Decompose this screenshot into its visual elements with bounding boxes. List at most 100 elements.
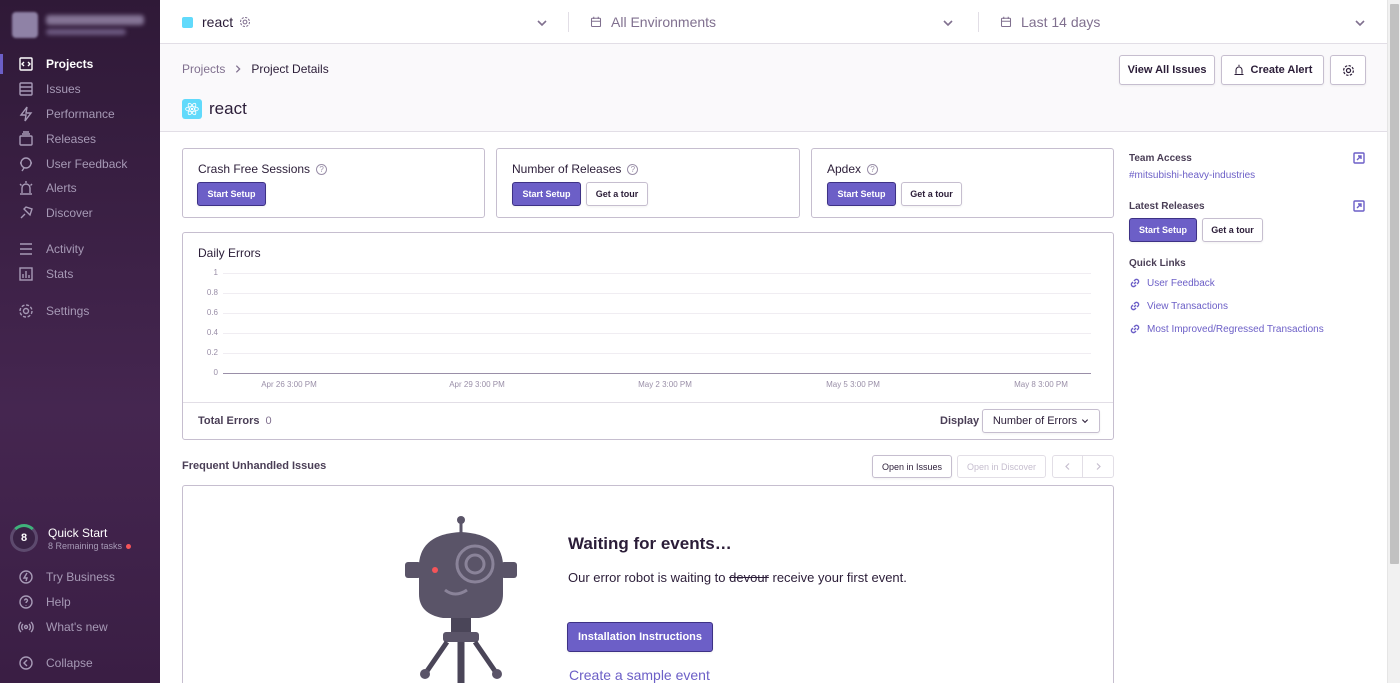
score-card-apdex: Apdex? Start Setup Get a tour xyxy=(811,148,1114,218)
quick-start-title: Quick Start xyxy=(48,526,108,540)
daily-errors-chart: 1 0.8 0.6 0.4 0.2 0 Apr 26 3:00 PM Apr 29 3:00 … xyxy=(183,233,1113,403)
section-title: Frequent Unhandled Issues xyxy=(182,460,327,472)
discover-icon xyxy=(18,205,34,221)
react-icon xyxy=(182,99,202,119)
project-settings-button[interactable] xyxy=(1330,55,1366,85)
org-sub-blurred xyxy=(46,29,126,35)
releases-icon xyxy=(18,131,34,147)
chevron-right-icon xyxy=(1094,462,1103,471)
start-setup-button[interactable]: Start Setup xyxy=(827,182,896,206)
score-card-crash-free-sessions: Crash Free Sessions? Start Setup xyxy=(182,148,485,218)
gear-icon xyxy=(18,303,34,319)
team-link[interactable]: #mitsubishi-heavy-industries xyxy=(1129,170,1255,181)
installation-instructions-button[interactable]: Installation Instructions xyxy=(567,622,713,652)
sidebar-item-label: Stats xyxy=(46,267,74,281)
divider xyxy=(568,12,569,32)
open-in-issues-button[interactable]: Open in Issues xyxy=(872,455,952,478)
gear-icon xyxy=(1342,64,1355,77)
sidebar-collapse[interactable]: Collapse xyxy=(0,651,160,675)
quick-link-most-improved-regressed[interactable]: Most Improved/Regressed Transactions xyxy=(1129,323,1324,335)
y-tick-label: 0 xyxy=(213,368,218,377)
x-tick-label: May 8 3:00 PM xyxy=(1014,380,1068,389)
sidebar-item-alerts[interactable]: Alerts xyxy=(0,176,160,200)
x-tick-label: Apr 26 3:00 PM xyxy=(261,380,317,389)
sidebar-item-issues[interactable]: Issues xyxy=(0,77,160,101)
get-a-tour-button[interactable]: Get a tour xyxy=(1202,218,1263,242)
content-body: Crash Free Sessions? Start Setup Number … xyxy=(160,132,1387,683)
quick-start[interactable]: 8 Quick Start 8 Remaining tasks xyxy=(10,524,155,554)
start-setup-button[interactable]: Start Setup xyxy=(1129,218,1197,242)
activity-icon xyxy=(18,241,34,257)
sidebar-item-label: Issues xyxy=(46,82,81,96)
link-icon xyxy=(1129,323,1141,335)
sidebar-item-try-business[interactable]: Try Business xyxy=(0,565,160,589)
siren-icon xyxy=(1233,64,1245,76)
question-icon[interactable]: ? xyxy=(627,163,639,175)
date-range-selector[interactable]: Last 14 days xyxy=(1000,0,1370,44)
org-name-blurred xyxy=(46,15,144,25)
notification-dot xyxy=(126,544,132,550)
empty-state-description: Our error robot is waiting to devour rec… xyxy=(568,570,907,585)
sidebar-item-performance[interactable]: Performance xyxy=(0,102,160,126)
main-content: Projects Project Details react View All … xyxy=(160,44,1387,683)
collapse-icon xyxy=(18,655,34,671)
page-scrollbar[interactable] xyxy=(1387,0,1400,683)
environment-selector[interactable]: All Environments xyxy=(590,0,958,44)
sidebar-item-label: Settings xyxy=(46,304,90,318)
question-icon[interactable]: ? xyxy=(867,163,879,175)
sidebar-item-help[interactable]: Help xyxy=(0,590,160,614)
create-sample-event-link[interactable]: Create a sample event xyxy=(569,667,710,683)
quick-link-user-feedback[interactable]: User Feedback xyxy=(1129,277,1215,289)
display-dropdown[interactable]: Number of Errors xyxy=(982,409,1100,433)
sidebar-item-label: Activity xyxy=(46,242,85,256)
question-icon[interactable]: ? xyxy=(316,163,328,175)
sidebar-item-user-feedback[interactable]: User Feedback xyxy=(0,152,160,176)
gridline xyxy=(223,313,1091,314)
get-a-tour-button[interactable]: Get a tour xyxy=(901,182,962,206)
previous-page-button[interactable] xyxy=(1052,455,1083,478)
sidebar-item-whats-new[interactable]: What's new xyxy=(0,615,160,639)
project-selector[interactable]: react xyxy=(182,0,552,44)
next-page-button[interactable] xyxy=(1082,455,1114,478)
issues-icon xyxy=(18,81,34,97)
quick-start-progress: 8 xyxy=(10,524,38,552)
robot-illustration xyxy=(405,516,517,683)
x-tick-label: May 2 3:00 PM xyxy=(638,380,692,389)
broadcast-icon xyxy=(18,619,34,635)
sidebar-item-projects[interactable]: Projects xyxy=(0,52,160,76)
y-tick-label: 0.2 xyxy=(206,348,218,357)
start-setup-button[interactable]: Start Setup xyxy=(512,182,581,206)
lightning-icon xyxy=(18,106,34,122)
sidebar-item-activity[interactable]: Activity xyxy=(0,237,160,261)
quick-link-view-transactions[interactable]: View Transactions xyxy=(1129,300,1228,312)
breadcrumb-projects[interactable]: Projects xyxy=(182,62,225,76)
external-link-icon[interactable] xyxy=(1353,200,1365,212)
open-in-discover-button[interactable]: Open in Discover xyxy=(957,455,1046,478)
start-setup-button[interactable]: Start Setup xyxy=(197,182,266,206)
sidebar-item-stats[interactable]: Stats xyxy=(0,262,160,286)
empty-state-heading: Waiting for events… xyxy=(568,534,732,553)
scrollbar-thumb[interactable] xyxy=(1390,4,1399,564)
gear-icon[interactable] xyxy=(239,16,251,28)
breadcrumb: Projects Project Details xyxy=(182,62,329,76)
display-dropdown-value: Number of Errors xyxy=(992,415,1078,427)
y-tick-label: 1 xyxy=(213,268,218,277)
react-badge-icon xyxy=(182,16,193,28)
external-link-icon[interactable] xyxy=(1353,152,1365,164)
calendar-icon xyxy=(590,16,602,28)
y-tick-label: 0.6 xyxy=(206,308,218,317)
empty-state-panel: Waiting for events… Our error robot is w… xyxy=(182,485,1114,683)
org-switcher[interactable] xyxy=(12,10,152,38)
view-all-issues-button[interactable]: View All Issues xyxy=(1119,55,1215,85)
create-alert-button[interactable]: Create Alert xyxy=(1221,55,1324,85)
get-a-tour-button[interactable]: Get a tour xyxy=(586,182,648,206)
environment-value: All Environments xyxy=(611,14,717,30)
x-tick-label: May 5 3:00 PM xyxy=(826,380,880,389)
sidebar-item-releases[interactable]: Releases xyxy=(0,127,160,151)
sidebar-item-label: Performance xyxy=(46,107,115,121)
sidebar-item-label: Try Business xyxy=(46,570,115,584)
sidebar-item-discover[interactable]: Discover xyxy=(0,201,160,225)
sidebar-item-settings[interactable]: Settings xyxy=(0,299,160,323)
divider xyxy=(183,402,1113,403)
project-selector-value: react xyxy=(202,14,234,30)
